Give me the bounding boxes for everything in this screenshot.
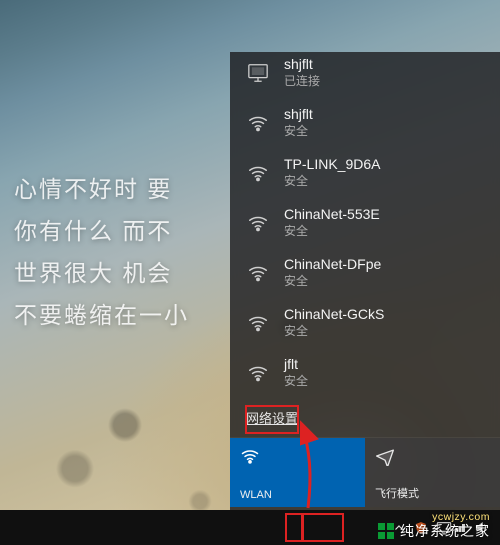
wifi-icon <box>240 446 260 466</box>
wifi-icon <box>246 111 270 135</box>
network-status: 安全 <box>284 123 313 140</box>
network-list: shjflt 已连接 shjflt 安全 TP-LINK_9D6A 安全 <box>230 52 500 402</box>
network-name: ChinaNet-GCkS <box>284 306 384 323</box>
wallpaper-text: 心情不好时 要 你有什么 而不 世界很大 机会 不要蜷缩在一小 <box>14 168 189 336</box>
network-settings-label: 网络设置 <box>246 411 298 426</box>
network-name: shjflt <box>284 56 320 73</box>
network-status: 已连接 <box>284 73 320 90</box>
wifi-icon <box>246 261 270 285</box>
tray-shield-icon[interactable] <box>410 510 432 545</box>
network-item[interactable]: shjflt 安全 <box>230 102 500 152</box>
taskbar <box>0 510 500 545</box>
network-name: ChinaNet-553E <box>284 206 380 223</box>
network-item-connected[interactable]: shjflt 已连接 <box>230 52 500 102</box>
wifi-icon <box>246 311 270 335</box>
airplane-icon <box>375 446 395 466</box>
network-item[interactable]: jflt 安全 <box>230 352 500 402</box>
wifi-icon <box>246 161 270 185</box>
wallpaper-text-line: 世界很大 机会 <box>14 252 189 294</box>
wallpaper-text-line: 你有什么 而不 <box>14 210 189 252</box>
quick-tile-label: 飞行模式 <box>375 485 419 501</box>
network-flyout: shjflt 已连接 shjflt 安全 TP-LINK_9D6A 安全 <box>230 52 500 510</box>
network-status: 安全 <box>284 373 308 390</box>
network-name: ChinaNet-DFpe <box>284 256 381 273</box>
network-name: shjflt <box>284 106 313 123</box>
quick-tile-wlan[interactable]: WLAN <box>230 438 365 507</box>
quick-actions-row: WLAN 飞行模式 <box>230 437 500 507</box>
network-status: 安全 <box>284 173 380 190</box>
network-status: 安全 <box>284 273 381 290</box>
wallpaper-text-line: 不要蜷缩在一小 <box>14 294 189 336</box>
network-status: 安全 <box>284 323 384 340</box>
quick-tile-airplane[interactable]: 飞行模式 <box>365 438 500 507</box>
tray-chevron-up-icon[interactable] <box>388 510 410 545</box>
network-item[interactable]: ChinaNet-DFpe 安全 <box>230 252 500 302</box>
network-item[interactable]: ChinaNet-553E 安全 <box>230 202 500 252</box>
network-item[interactable]: ChinaNet-GCkS 安全 <box>230 302 500 352</box>
tray-volume-icon[interactable] <box>470 510 492 545</box>
system-tray <box>388 510 500 545</box>
wifi-icon <box>246 211 270 235</box>
ethernet-icon <box>246 61 270 85</box>
network-status: 安全 <box>284 223 380 240</box>
wallpaper-text-line: 心情不好时 要 <box>14 168 189 210</box>
network-item[interactable]: TP-LINK_9D6A 安全 <box>230 152 500 202</box>
network-name: TP-LINK_9D6A <box>284 156 380 173</box>
quick-tile-label: WLAN <box>240 489 272 501</box>
network-name: jflt <box>284 356 308 373</box>
network-settings-link[interactable]: 网络设置 <box>246 406 298 433</box>
wifi-icon <box>246 361 270 385</box>
tray-network-icon[interactable] <box>432 510 470 545</box>
